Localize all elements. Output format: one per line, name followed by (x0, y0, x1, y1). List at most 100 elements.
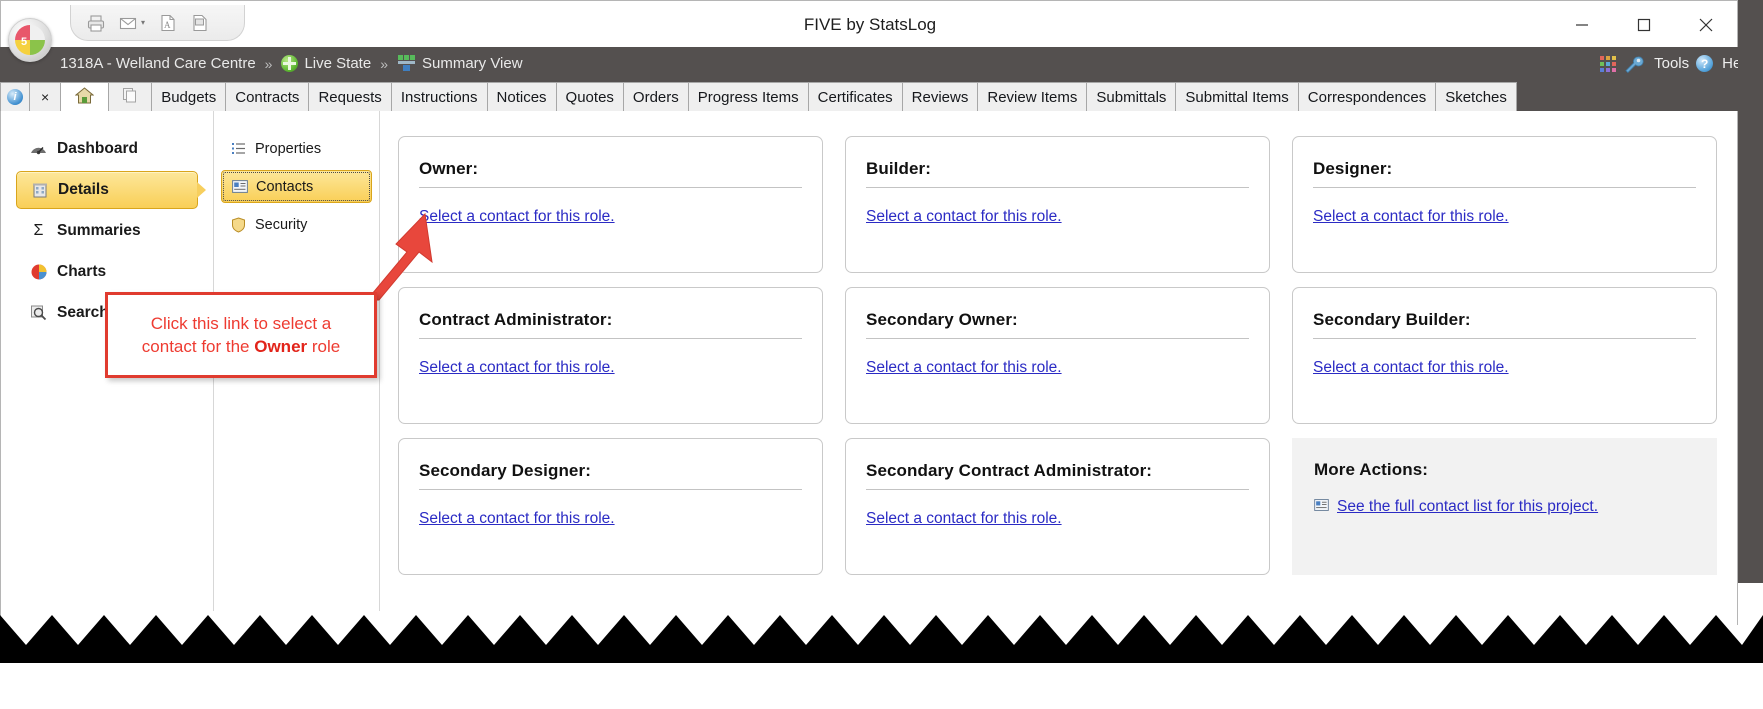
card-divider (419, 338, 802, 339)
app-logo[interactable]: 5 (8, 18, 52, 62)
tab-progress-items[interactable]: Progress Items (687, 82, 809, 111)
breadcrumb-summary-view-label: Summary View (421, 55, 523, 72)
tab-label: Review Items (987, 88, 1078, 106)
card-divider (866, 338, 1249, 339)
contact-card-icon (1314, 498, 1329, 516)
close-button[interactable] (1675, 1, 1737, 48)
tab-orders[interactable]: Orders (622, 82, 689, 111)
card-builder: Builder: Select a contact for this role. (845, 136, 1270, 273)
select-contact-link-owner[interactable]: Select a contact for this role. (419, 208, 615, 226)
svg-text:A: A (164, 20, 171, 30)
maximize-button[interactable] (1613, 1, 1675, 48)
tools-label[interactable]: Tools (1654, 55, 1689, 72)
tab-label: Sketches (1445, 88, 1507, 106)
contacts-card-grid: Owner: Select a contact for this role. B… (380, 111, 1737, 583)
tab-label: Budgets (161, 88, 217, 106)
tab-label: Submittal Items (1185, 88, 1289, 106)
window-controls (1551, 1, 1737, 48)
subnav-item-security[interactable]: Security (221, 208, 372, 241)
sidebar-item-label: Search (57, 304, 109, 321)
card-secondary-builder: Secondary Builder: Select a contact for … (1292, 287, 1717, 424)
tab-notices[interactable]: Notices (486, 82, 557, 111)
copy-icon (121, 86, 139, 108)
subnav-item-contacts[interactable]: Contacts (221, 170, 372, 203)
card-contract-administrator: Contract Administrator: Select a contact… (398, 287, 823, 424)
building-icon (30, 181, 49, 200)
email-icon[interactable] (113, 9, 143, 37)
sidebar-item-label: Charts (57, 263, 107, 280)
sidebar-item-label: Summaries (57, 222, 141, 239)
tab-home[interactable] (60, 82, 110, 111)
see-full-contact-list-link[interactable]: See the full contact list for this proje… (1314, 498, 1697, 516)
subnav-item-label: Security (255, 216, 308, 233)
tab-certificates[interactable]: Certificates (807, 82, 903, 111)
card-secondary-owner: Secondary Owner: Select a contact for th… (845, 287, 1270, 424)
tab-instructions[interactable]: Instructions (390, 82, 488, 111)
card-title: Contract Administrator: (419, 310, 613, 329)
select-contact-link-secondary-builder[interactable]: Select a contact for this role. (1313, 359, 1509, 377)
tab-requests[interactable]: Requests (308, 82, 392, 111)
gauge-icon (29, 140, 48, 159)
tab-contracts[interactable]: Contracts (225, 82, 310, 111)
tab-reviews[interactable]: Reviews (901, 82, 979, 111)
pie-chart-icon (29, 263, 48, 282)
select-contact-link-builder[interactable]: Select a contact for this role. (866, 208, 1062, 226)
shield-icon (230, 216, 247, 233)
tab-copy[interactable] (108, 82, 153, 111)
wrench-icon[interactable] (1623, 55, 1645, 73)
tab-label: Reviews (911, 88, 969, 106)
tab-submittal-items[interactable]: Submittal Items (1175, 82, 1299, 111)
sidebar-item-charts[interactable]: Charts (16, 253, 198, 291)
breadcrumb-item-live-state[interactable]: Live State (281, 55, 371, 72)
tab-info[interactable]: i (0, 82, 30, 111)
tab-bar: i × Budgets Contracts Requests Instructi… (0, 80, 1763, 111)
card-title: Secondary Builder: (1313, 310, 1471, 329)
breadcrumb-separator-2: » (380, 55, 388, 72)
select-contact-link-contract-administrator[interactable]: Select a contact for this role. (419, 359, 615, 377)
card-owner: Owner: Select a contact for this role. (398, 136, 823, 273)
card-title: More Actions: (1314, 460, 1429, 479)
sidebar-item-label: Details (58, 181, 109, 198)
list-icon (230, 140, 247, 157)
select-contact-link-secondary-owner[interactable]: Select a contact for this role. (866, 359, 1062, 377)
sidebar-item-details[interactable]: Details (16, 171, 198, 209)
sidebar-item-summaries[interactable]: Σ Summaries (16, 212, 198, 250)
help-icon[interactable]: ? (1696, 55, 1714, 72)
tab-label: Certificates (817, 88, 893, 106)
select-contact-link-secondary-designer[interactable]: Select a contact for this role. (419, 510, 615, 528)
excel-export-icon[interactable] (185, 9, 215, 37)
card-more-actions: More Actions: See the full contact list … (1292, 438, 1717, 575)
tab-correspondences[interactable]: Correspondences (1297, 82, 1437, 111)
sidebar-item-label: Dashboard (57, 140, 138, 157)
select-contact-link-designer[interactable]: Select a contact for this role. (1313, 208, 1509, 226)
tab-label: Orders (632, 88, 679, 106)
tab-submittals[interactable]: Submittals (1086, 82, 1177, 111)
breadcrumb-item-summary-view[interactable]: Summary View (397, 55, 523, 72)
tab-label: Notices (496, 88, 547, 106)
tab-quotes[interactable]: Quotes (555, 82, 624, 111)
card-designer: Designer: Select a contact for this role… (1292, 136, 1717, 273)
subnav-item-properties[interactable]: Properties (221, 132, 372, 165)
apps-grid-icon[interactable] (1600, 55, 1617, 72)
select-contact-link-secondary-contract-administrator[interactable]: Select a contact for this role. (866, 510, 1062, 528)
annotation-line-2-bold: Owner (254, 337, 308, 356)
tab-review-items[interactable]: Review Items (977, 82, 1088, 111)
breadcrumb-project-label: 1318A - Welland Care Centre (60, 55, 256, 72)
application-window: ▾ A FIVE by StatsLog 1318A - Welland Car… (0, 0, 1763, 709)
breadcrumb-item-project[interactable]: 1318A - Welland Care Centre (60, 55, 256, 72)
home-icon (74, 86, 95, 108)
email-dropdown-caret-icon[interactable]: ▾ (141, 18, 151, 27)
logo-number: 5 (20, 36, 28, 48)
card-divider (866, 187, 1249, 188)
minimize-button[interactable] (1551, 1, 1613, 48)
sidebar-item-dashboard[interactable]: Dashboard (16, 130, 198, 168)
tab-close[interactable]: × (29, 82, 62, 111)
magnifier-icon (29, 304, 48, 323)
pdf-export-icon[interactable]: A (153, 9, 183, 37)
tab-budgets[interactable]: Budgets (151, 82, 227, 111)
print-icon[interactable] (81, 9, 111, 37)
card-title: Builder: (866, 159, 932, 178)
tab-sketches[interactable]: Sketches (1435, 82, 1517, 111)
card-title: Designer: (1313, 159, 1393, 178)
contact-card-icon (231, 178, 248, 195)
